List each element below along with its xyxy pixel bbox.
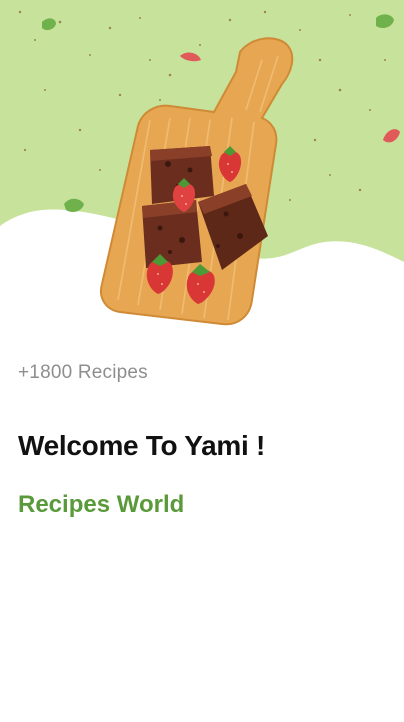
hero-illustration [0, 0, 404, 340]
welcome-title: Welcome To Yami ! [18, 430, 265, 461]
brownies-board-illustration [0, 0, 404, 326]
recipe-count: +1800 Recipes [18, 362, 148, 383]
subtitle-recipes-world: Recipes World [18, 491, 185, 518]
onboarding-screen: +1800 Recipes Welcome To Yami ! Recipes … [0, 0, 404, 722]
